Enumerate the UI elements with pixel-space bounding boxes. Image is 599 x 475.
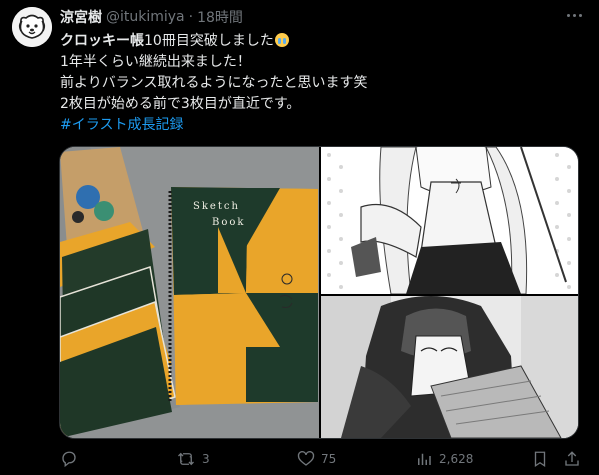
views-count: 2,628 [439, 452, 474, 466]
sketchbook-photo-illustration: Sketch Book [60, 147, 319, 438]
sketchbook-photo[interactable]: Sketch Book [60, 147, 319, 438]
crying-face-emoji-icon [274, 33, 289, 47]
tweet[interactable]: 涼宮樹 @itukimiya · 18時間 クロッキー帳10冊目突破しました 1… [0, 0, 599, 475]
display-name[interactable]: 涼宮樹 [60, 7, 102, 27]
timestamp[interactable]: 18時間 [197, 7, 243, 27]
like-count: 75 [321, 452, 337, 466]
retweet-button[interactable]: 3 [176, 447, 210, 471]
more-options-icon[interactable] [563, 6, 585, 24]
share-button[interactable] [563, 447, 581, 471]
reply-button[interactable] [60, 447, 84, 471]
retweet-count: 3 [202, 452, 210, 466]
reply-icon [62, 451, 76, 468]
sketchbook-label-2: Book [212, 217, 245, 228]
tweet-text: クロッキー帳10冊目突破しました 1年半くらい継続出来ました！ 前よりバランス取… [60, 31, 587, 136]
bookmark-button[interactable] [531, 447, 549, 471]
bookmark-icon [534, 451, 546, 468]
like-button[interactable]: 75 [297, 447, 336, 471]
tweet-line-1: クロッキー帳10冊目突破しました [60, 31, 587, 52]
retweet-icon [178, 452, 194, 466]
manga-panel-bottom[interactable] [321, 296, 578, 438]
views-chart-icon [418, 453, 431, 465]
hashtag-link[interactable]: #イラスト成長記録 [60, 115, 587, 136]
tweet-line-3: 前よりバランス取れるようになったと思います笑 [60, 75, 368, 91]
manga-illustration-bottom [321, 296, 578, 438]
views-button[interactable]: 2,628 [415, 447, 473, 471]
tweet-line-2: 1年半くらい継続出来ました！ [60, 54, 251, 70]
tweet-line-1-rest: 10冊目突破しました [144, 33, 274, 49]
media-grid: Sketch Book [59, 146, 579, 439]
manga-panel-top[interactable] [321, 147, 578, 294]
avatar-dog-icon [12, 7, 52, 47]
tweet-line-1-bold: クロッキー帳 [60, 33, 144, 49]
manga-illustration-top [321, 147, 578, 294]
tweet-header: 涼宮樹 @itukimiya · 18時間 [60, 7, 587, 27]
avatar[interactable] [12, 7, 52, 47]
sketchbook-label-1: Sketch [193, 201, 240, 212]
action-bar: 3 75 2,628 [60, 447, 587, 471]
share-icon [565, 451, 579, 466]
separator-dot: · [188, 9, 194, 25]
heart-icon [297, 451, 315, 466]
user-handle[interactable]: @itukimiya [106, 9, 185, 25]
tweet-line-4: 2枚目が始める前で3枚目が直近です。 [60, 96, 301, 112]
